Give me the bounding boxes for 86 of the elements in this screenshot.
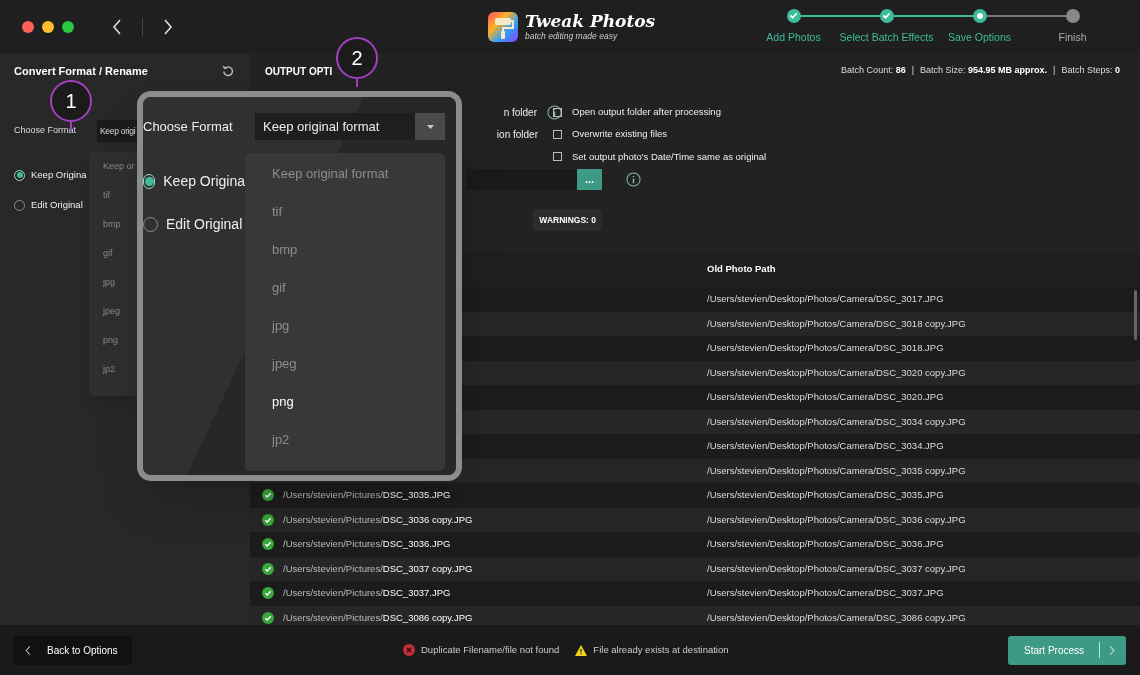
table-row[interactable]: /Users/stevien/Pictures/DSC_3036 copy.JPG /Users/stevien/Desktop/Photos/Camera/DSC_3036 copy.JPG: [250, 507, 1140, 532]
menu-item[interactable]: Keep or: [103, 160, 137, 189]
table-cell: /Users/stevien/Pictures/DSC_3037.JPG: [283, 586, 451, 601]
radio-label: Edit Original: [31, 198, 83, 213]
field-label: Choose Format: [14, 124, 78, 138]
menu-item[interactable]: jpeg: [103, 305, 137, 334]
table-cell: /Users/stevien/Desktop/Photos/Camera/DSC_3018.JPG: [707, 341, 944, 356]
table-row[interactable]: /Users/stevien/Pictures/DSC_3036.JPG /Users/stevien/Desktop/Photos/Camera/DSC_3036.JPG: [250, 532, 1140, 557]
menu-item[interactable]: bmp: [272, 240, 445, 278]
step-label: Add Photos: [766, 29, 821, 45]
paint-roller-logo-icon: [488, 12, 518, 42]
radio-label: Edit Original: [166, 215, 243, 234]
table-cell: /Users/stevien/Desktop/Photos/Camera/DSC_3017.JPG: [707, 292, 944, 307]
checkbox[interactable]: [553, 107, 562, 117]
legend-label: Duplicate Filename/file not found: [421, 642, 560, 657]
step-label: Select Batch Effects: [839, 29, 934, 45]
info-icon[interactable]: [547, 105, 562, 120]
forward-icon: [163, 19, 173, 35]
format-dropdown[interactable]: Keep original format: [255, 113, 445, 140]
menu-item[interactable]: bmp: [103, 218, 137, 247]
caret-icon: [426, 124, 434, 129]
zoom-window-icon[interactable]: [62, 21, 74, 33]
radio-label: Keep Origina: [31, 168, 87, 182]
menu-item[interactable]: gif: [103, 247, 137, 276]
info-icon[interactable]: [626, 172, 641, 187]
table-cell: /Users/stevien/Desktop/Photos/Camera/DSC_3034 copy.JPG: [707, 414, 966, 429]
legend-label: File already exists at destination: [593, 642, 729, 657]
table-cell: /Users/stevien/Desktop/Photos/Camera/DSC_3037.JPG: [707, 586, 944, 601]
app-subtitle: batch editing made easy: [525, 32, 619, 41]
batch-info: Batch Count: 86: [841, 64, 906, 78]
separator-text: |: [911, 64, 914, 78]
table-cell: /Users/stevien/Pictures/DSC_3036.JPG: [283, 537, 451, 552]
checkbox-label: Set output photo's Date/Time same as original: [572, 149, 767, 164]
table-row[interactable]: /Users/stevien/Pictures/DSC_3037.JPG /Users/stevien/Desktop/Photos/Camera/DSC_3037.JPG: [250, 581, 1140, 606]
table-cell: /Users/stevien/Pictures/DSC_3036 copy.JPG: [283, 512, 473, 527]
step-label: Save Options: [947, 29, 1011, 45]
table-row[interactable]: /Users/stevien/Pictures/DSC_3086 copy.JPG /Users/stevien/Desktop/Photos/Camera/DSC_3086 copy.JPG: [250, 605, 1140, 625]
radio-label: Keep Origina: [163, 172, 245, 191]
table-cell: /Users/stevien/Desktop/Photos/Camera/DSC_3037 copy.JPG: [707, 561, 966, 576]
section-title: OUTPUT OPTI: [265, 64, 333, 79]
error-icon: [403, 644, 415, 656]
field-label: Choose Format: [143, 117, 234, 136]
table-cell: /Users/stevien/Desktop/Photos/Camera/DSC_3035 copy.JPG: [707, 463, 966, 478]
menu-item[interactable]: png: [103, 334, 137, 363]
batch-info: Batch Size: 954.95 MB approx.: [920, 64, 1048, 78]
menu-item[interactable]: tif: [272, 202, 445, 240]
batch-info: Batch Steps: 0: [1061, 64, 1120, 78]
table-cell: /Users/stevien/Desktop/Photos/Camera/DSC_3035.JPG: [707, 488, 944, 503]
table-cell: /Users/stevien/Pictures/DSC_3086 copy.JPG: [283, 610, 473, 625]
back-icon: [112, 19, 122, 35]
path-field[interactable]: [467, 169, 577, 190]
column-header: Old Photo Path: [707, 262, 776, 277]
menu-item[interactable]: tif: [103, 189, 137, 218]
table-cell: /Users/stevien/Desktop/Photos/Camera/DSC_3034.JPG: [707, 439, 944, 454]
minimize-window-icon[interactable]: [42, 21, 54, 33]
format-dropdown[interactable]: Keep origi: [97, 120, 137, 142]
menu-item[interactable]: jp2: [103, 363, 137, 392]
checkbox-label: Overwrite existing files: [572, 127, 668, 142]
chevron-left-icon: [25, 644, 31, 656]
chevron-right-icon: [1109, 644, 1116, 656]
menu-item[interactable]: jpg: [103, 276, 137, 305]
table-row[interactable]: /Users/stevien/Pictures/DSC_3035.JPG /Users/stevien/Desktop/Photos/Camera/DSC_3035.JPG: [250, 483, 1140, 508]
option-label: ion folder: [496, 128, 538, 142]
table-cell: /Users/stevien/Pictures/DSC_3037 copy.JPG: [283, 561, 473, 576]
reset-icon[interactable]: [222, 65, 234, 77]
table-cell: /Users/stevien/Desktop/Photos/Camera/DSC_3020.JPG: [707, 390, 944, 405]
step-label: Finish: [1058, 29, 1087, 45]
table-cell: /Users/stevien/Pictures/DSC_3035.JPG: [283, 488, 451, 503]
warning-icon: [575, 644, 588, 656]
panel-title: Convert Format / Rename: [14, 63, 148, 79]
checkbox-label: Open output folder after processing: [572, 105, 721, 119]
table-cell: /Users/stevien/Desktop/Photos/Camera/DSC_3018 copy.JPG: [707, 316, 966, 331]
warnings-button[interactable]: WARNINGS: 0: [533, 209, 602, 231]
app-title: Tweak Photos: [525, 13, 656, 31]
table-row[interactable]: /Users/stevien/Pictures/DSC_3037 copy.JPG /Users/stevien/Desktop/Photos/Camera/DSC_3037 copy.JPG: [250, 556, 1140, 581]
table-cell: /Users/stevien/Desktop/Photos/Camera/DSC_3020 copy.JPG: [707, 365, 966, 380]
back-button[interactable]: Back to Options: [14, 635, 132, 665]
menu-item[interactable]: Keep original format: [272, 164, 445, 202]
table-cell: /Users/stevien/Desktop/Photos/Camera/DSC_3036.JPG: [707, 537, 944, 552]
option-label: n folder: [503, 106, 537, 120]
separator-text: |: [1053, 64, 1056, 78]
table-cell: /Users/stevien/Desktop/Photos/Camera/DSC_3036 copy.JPG: [707, 512, 966, 527]
checkbox[interactable]: [553, 152, 562, 162]
close-window-icon[interactable]: [22, 21, 34, 33]
checkbox[interactable]: [553, 129, 562, 139]
table-cell: /Users/stevien/Desktop/Photos/Camera/DSC_3086 copy.JPG: [707, 610, 966, 625]
